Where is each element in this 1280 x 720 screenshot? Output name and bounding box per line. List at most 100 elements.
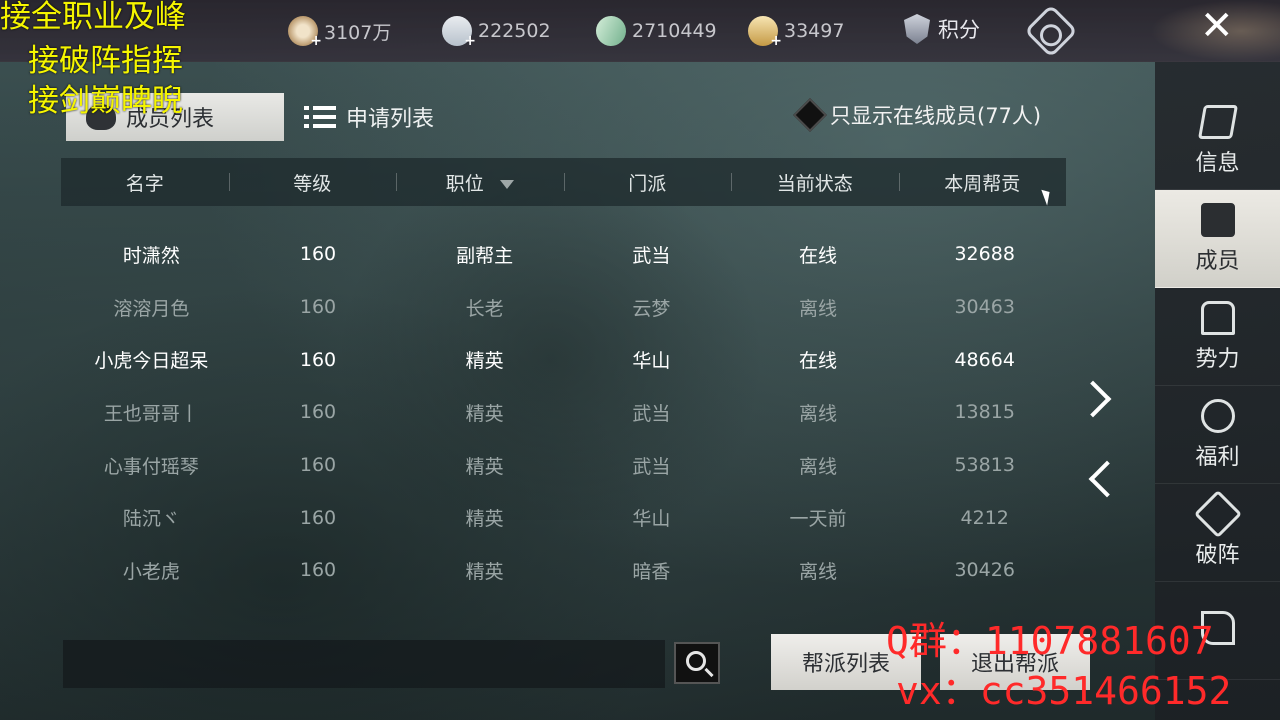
sidebar-item-breakthrough[interactable]: 破阵	[1155, 484, 1280, 582]
search-button[interactable]	[674, 642, 720, 684]
chevron-right-icon[interactable]	[1080, 380, 1102, 420]
cell-position: 精英	[465, 560, 504, 583]
cell-status: 离线	[799, 560, 838, 583]
gold-bowl-icon	[748, 16, 782, 49]
cell-level: 160	[299, 296, 337, 319]
cell-level: 160	[299, 559, 337, 582]
table-row[interactable]: 溶溶月色 160 长老 云梦 离线 30463	[68, 281, 1068, 334]
sidebar-item-info[interactable]: 信息	[1155, 92, 1280, 190]
guild-search-input[interactable]	[63, 640, 665, 688]
crossed-swords-icon	[1193, 489, 1242, 538]
cell-status: 一天前	[789, 508, 847, 531]
cell-position: 精英	[465, 455, 504, 478]
cell-name: 小虎今日超呆	[94, 350, 209, 373]
search-icon	[686, 651, 706, 671]
checkbox-diamond-icon	[793, 98, 827, 132]
resource-silver-bowl[interactable]: 222502	[442, 14, 551, 49]
cell-sect: 华山	[632, 350, 671, 373]
column-header-contribution[interactable]: 本周帮贡	[898, 169, 1067, 196]
cell-name: 陆沉ヾ	[122, 508, 180, 531]
cell-status: 在线	[799, 244, 838, 267]
watermark-qq-group: Q群：1107881607	[886, 619, 1214, 663]
cell-name: 溶溶月色	[113, 297, 190, 320]
cell-name: 小老虎	[122, 560, 180, 583]
cell-status: 在线	[799, 350, 838, 373]
table-row[interactable]: 时潇然 160 副帮主 武当 在线 32688	[68, 228, 1068, 281]
cell-sect: 云梦	[632, 297, 671, 320]
silver-bowl-icon	[442, 16, 476, 49]
table-row[interactable]: 王也哥哥丨 160 精英 武当 离线 13815	[68, 386, 1068, 439]
cell-contribution: 30463	[954, 296, 1015, 319]
cell-status: 离线	[799, 297, 838, 320]
cell-name: 时潇然	[122, 244, 180, 267]
resource-value: 222502	[478, 20, 551, 42]
jade-icon	[591, 11, 631, 51]
online-only-toggle[interactable]: 只显示在线成员(77人)	[793, 98, 1042, 132]
resource-jade[interactable]: 2710449	[591, 11, 717, 51]
sidebar-item-label: 势力	[1195, 346, 1240, 372]
cell-sect: 武当	[632, 455, 671, 478]
info-flag-icon	[1197, 104, 1238, 139]
column-header-status[interactable]: 当前状态	[731, 169, 899, 196]
cell-position: 副帮主	[456, 244, 514, 267]
cell-position: 精英	[465, 402, 504, 425]
tab-application-list[interactable]: 申请列表	[284, 93, 484, 141]
column-header-level[interactable]: 等级	[228, 169, 397, 196]
column-header-position[interactable]: 职位	[396, 169, 564, 196]
film-coin-icon	[288, 16, 322, 49]
resource-film-coin[interactable]: 3107万	[288, 14, 392, 49]
cell-status: 离线	[799, 455, 838, 478]
cell-name: 王也哥哥丨	[103, 402, 199, 425]
settings-gear-icon[interactable]	[1024, 4, 1078, 58]
cell-contribution: 13815	[954, 401, 1015, 424]
cell-status: 离线	[799, 402, 838, 425]
cell-name: 心事付瑶琴	[103, 455, 199, 478]
score-button[interactable]: 积分	[904, 14, 980, 44]
column-header-name[interactable]: 名字	[61, 169, 229, 196]
cell-position: 精英	[465, 508, 504, 531]
resource-value: 33497	[784, 20, 845, 42]
score-label: 积分	[938, 18, 980, 42]
column-header-sect[interactable]: 门派	[563, 169, 732, 196]
table-row[interactable]: 小老虎 160 精英 暗香 离线 30426	[68, 544, 1068, 597]
close-icon[interactable]: ✕	[1200, 6, 1234, 46]
sidebar-item-label: 信息	[1195, 150, 1240, 176]
cell-sect: 暗香	[632, 560, 671, 583]
shield-icon	[904, 14, 930, 44]
column-label: 职位	[445, 172, 484, 195]
sort-caret-icon	[499, 179, 514, 189]
member-table-header: 名字 等级 职位 门派 当前状态 本周帮贡	[61, 158, 1066, 206]
table-row[interactable]: 心事付瑶琴 160 精英 武当 离线 53813	[68, 439, 1068, 492]
cell-contribution: 53813	[954, 454, 1015, 477]
sidebar-item-label: 福利	[1195, 444, 1240, 470]
cell-sect: 武当	[632, 244, 671, 267]
sidebar-item-label: 成员	[1195, 248, 1240, 274]
cell-contribution: 48664	[954, 348, 1015, 371]
promo-text-line-2: 接破阵指挥	[28, 43, 183, 79]
promo-text-line-3: 接剑巅睥睨	[28, 83, 183, 119]
sidebar-item-members[interactable]: 成员	[1155, 190, 1280, 288]
member-table-body: 时潇然 160 副帮主 武当 在线 32688 溶溶月色 160 长老 云梦 离线 30463 小虎今日…	[68, 228, 1068, 597]
sidebar-item-welfare[interactable]: 福利	[1155, 386, 1280, 484]
table-row[interactable]: 陆沉ヾ 160 精英 华山 一天前 4212	[68, 491, 1068, 544]
watermark-wechat: vx：cc351466152	[896, 669, 1232, 713]
cell-sect: 华山	[632, 508, 671, 531]
cell-level: 160	[299, 348, 337, 371]
cell-sect: 武当	[632, 402, 671, 425]
cell-position: 精英	[465, 350, 504, 373]
online-filter-label: 只显示在线成员(77人)	[830, 104, 1042, 128]
cell-contribution: 32688	[954, 243, 1015, 266]
resource-value: 3107万	[324, 21, 392, 44]
chevron-left-icon[interactable]	[1088, 460, 1110, 500]
resource-gold-bowl[interactable]: 33497	[748, 14, 845, 49]
table-row[interactable]: 小虎今日超呆 160 精英 华山 在线 48664	[68, 333, 1068, 386]
cell-contribution: 30426	[954, 559, 1015, 582]
list-icon	[304, 104, 336, 130]
cell-contribution: 4212	[960, 506, 1009, 529]
sidebar-item-power[interactable]: 势力	[1155, 288, 1280, 386]
top-resource-bar: 3107万 222502 2710449 33497 积分 ✕	[0, 0, 1280, 62]
cell-level: 160	[299, 506, 337, 529]
cell-level: 160	[299, 243, 337, 266]
promo-text-line-1: 接全职业及峰	[0, 0, 186, 35]
cell-position: 长老	[465, 297, 504, 320]
